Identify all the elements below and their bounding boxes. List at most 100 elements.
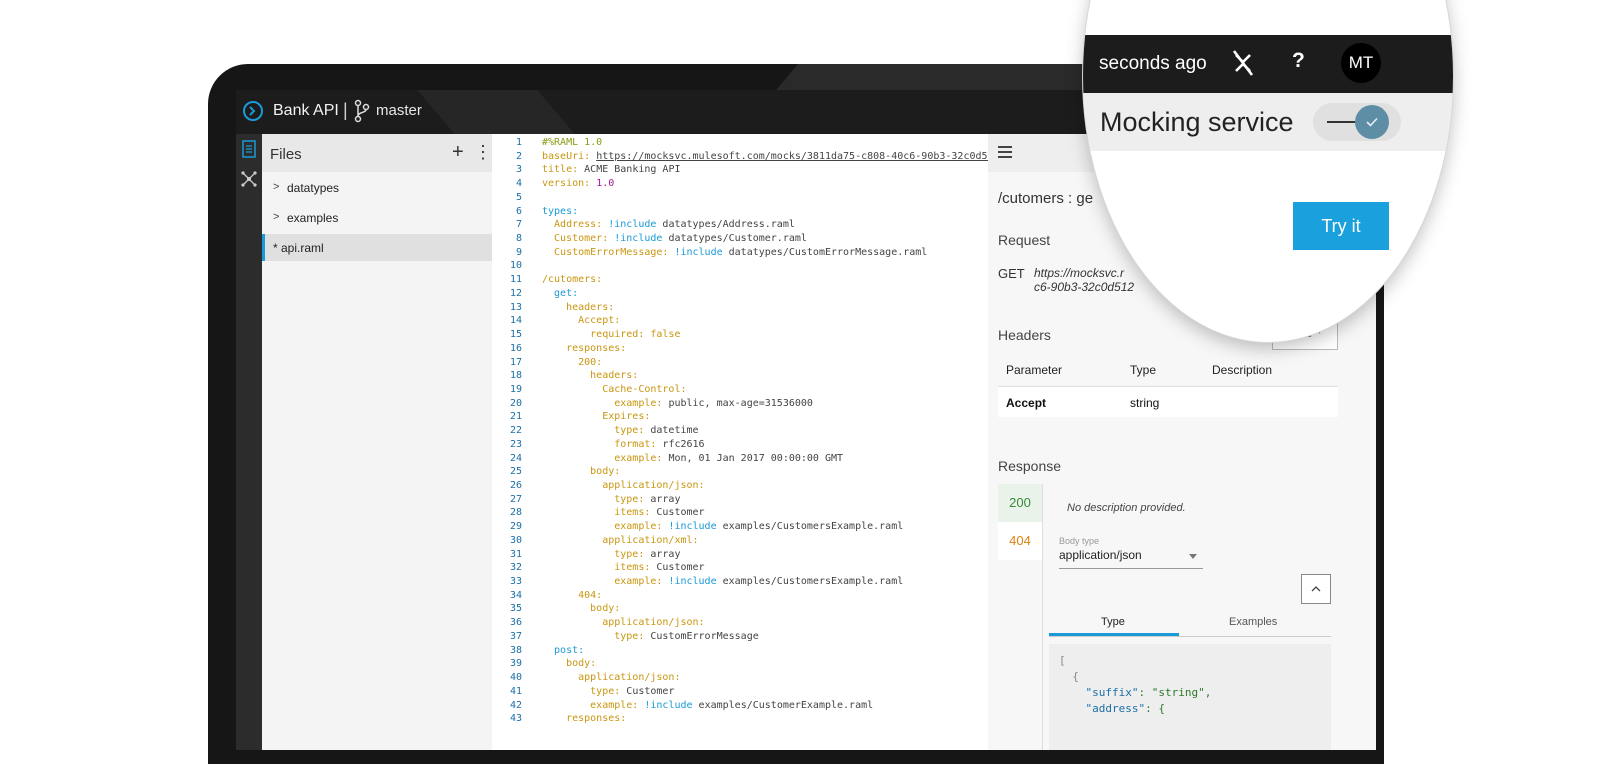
files-more-button[interactable]: ⋮ xyxy=(474,142,492,162)
type-json-viewer: [ { "suffix": "string", "address": { xyxy=(1049,644,1331,750)
code-text: application/json: xyxy=(542,479,704,493)
line-number: 17 xyxy=(509,356,522,368)
title-separator: | xyxy=(343,100,348,120)
code-token: Customer xyxy=(656,562,705,574)
activity-bar xyxy=(236,134,262,750)
line-number: 29 xyxy=(509,521,522,533)
files-icon[interactable] xyxy=(240,140,258,158)
code-token: application/json: xyxy=(542,672,681,684)
line-number: 4 xyxy=(515,178,522,190)
collapse-button[interactable] xyxy=(1301,574,1331,604)
git-branch-icon[interactable] xyxy=(353,99,371,123)
mulesoft-logo-icon xyxy=(243,101,263,121)
file-item-api-raml[interactable]: * api.raml xyxy=(262,234,495,261)
chevron-right-icon: > xyxy=(273,181,280,193)
code-line: 40 application/json: xyxy=(492,671,967,685)
code-token: array xyxy=(650,548,681,560)
line-number: 16 xyxy=(509,342,522,354)
add-file-button[interactable]: + xyxy=(452,141,464,164)
code-text: Expires: xyxy=(542,410,650,424)
code-token: false xyxy=(650,329,681,341)
code-line: 29 example: !include examples/CustomersE… xyxy=(492,520,967,534)
code-line: 15 required: false xyxy=(492,328,967,342)
code-text: body: xyxy=(542,602,620,616)
request-heading: Request xyxy=(998,232,1051,248)
tab-type[interactable]: Type xyxy=(1101,616,1125,628)
code-token: responses: xyxy=(542,342,627,354)
line-number: 11 xyxy=(509,274,522,286)
code-line: 5 xyxy=(492,191,967,205)
mocking-service-label: Mocking service xyxy=(1100,107,1294,137)
code-text: 200: xyxy=(542,356,602,370)
line-number: 36 xyxy=(509,617,522,629)
line-number: 23 xyxy=(509,438,522,450)
code-line: 2 baseUri: https://mocksvc.mulesoft.com/m… xyxy=(492,150,1024,164)
code-text: type: datetime xyxy=(542,424,698,438)
json-line: "suffix": "string", xyxy=(1059,686,1212,699)
code-token: datatypes/CustomErrorMessage.raml xyxy=(728,246,928,258)
code-text: format: rfc2616 xyxy=(542,438,705,452)
status-code-404[interactable]: 404 xyxy=(998,522,1042,560)
body-type-select[interactable]: application/json xyxy=(1059,548,1203,569)
code-token: headers: xyxy=(542,301,615,313)
code-token: baseUri: xyxy=(542,150,597,162)
json-key: "suffix" xyxy=(1085,686,1139,699)
json-value: : "string", xyxy=(1138,686,1212,699)
code-token: example: xyxy=(542,397,669,409)
code-text: Accept: xyxy=(542,314,620,328)
mocking-service-toggle[interactable] xyxy=(1313,103,1401,141)
table-row: Accept string xyxy=(998,387,1338,417)
response-body: No description provided. Body type appli… xyxy=(1042,484,1376,750)
code-text: title: ACME Banking API xyxy=(542,163,680,177)
code-token: example: xyxy=(542,576,669,588)
headers-heading: Headers xyxy=(998,327,1051,343)
json-key: "address" xyxy=(1085,702,1146,715)
line-number: 12 xyxy=(509,287,522,299)
json-punct: { xyxy=(1059,670,1079,683)
line-number: 39 xyxy=(509,658,522,670)
param-name: Accept xyxy=(1006,396,1047,410)
line-number: 25 xyxy=(509,466,522,478)
code-token: !include xyxy=(608,219,663,231)
code-token: body: xyxy=(542,658,597,670)
code-token: ACME Banking API xyxy=(584,164,681,176)
file-item-examples[interactable]: > examples xyxy=(262,204,492,231)
code-token: rfc2616 xyxy=(662,438,705,450)
code-line: 16 responses: xyxy=(492,342,967,356)
resource-title: /cutomers : ge xyxy=(998,190,1094,207)
status-code-list: 200 404 xyxy=(998,484,1042,574)
code-token: Customer xyxy=(656,507,705,519)
code-token: 1.0 xyxy=(596,178,615,190)
file-item-datatypes[interactable]: > datatypes xyxy=(262,174,492,201)
status-code-200[interactable]: 200 xyxy=(998,484,1042,522)
mocking-service-row: Mocking service xyxy=(1083,93,1453,151)
code-editor[interactable]: 1 #%RAML 1.0 2 baseUri: https://mocksvc.mul… xyxy=(492,134,1024,750)
column-header: Type xyxy=(1130,363,1157,377)
sync-off-icon[interactable] xyxy=(1231,49,1255,77)
body-type-label: Body type xyxy=(1059,536,1100,546)
api-graph-icon[interactable] xyxy=(240,170,258,188)
json-punct xyxy=(1059,702,1086,715)
column-header: Parameter xyxy=(1006,363,1063,377)
code-line: 27 type: array xyxy=(492,493,967,507)
files-panel: Files + ⋮ > datatypes > examples * api.r… xyxy=(262,134,495,750)
line-number: 34 xyxy=(509,589,522,601)
code-text: example: !include examples/CustomerExamp… xyxy=(542,699,873,713)
json-punct: [ xyxy=(1059,654,1066,667)
branch-name[interactable]: master xyxy=(376,102,422,119)
code-line: 41 type: Customer xyxy=(492,685,967,699)
code-token: required: xyxy=(542,329,651,341)
code-token: CustomErrorMessage xyxy=(650,630,759,642)
code-line: 18 headers: xyxy=(492,369,967,383)
code-line: 1 #%RAML 1.0 xyxy=(492,136,967,150)
hamburger-menu-icon[interactable] xyxy=(998,146,1012,158)
code-line: 13 headers: xyxy=(492,301,967,315)
avatar[interactable]: MT xyxy=(1341,43,1381,83)
try-it-button[interactable]: Try it xyxy=(1293,202,1389,250)
line-number: 24 xyxy=(509,452,522,464)
code-line: 31 type: array xyxy=(492,548,967,562)
code-token: !include xyxy=(668,576,723,588)
request-method: GET xyxy=(998,266,1025,281)
tab-examples[interactable]: Examples xyxy=(1229,616,1277,628)
help-button[interactable]: ? xyxy=(1292,49,1305,73)
